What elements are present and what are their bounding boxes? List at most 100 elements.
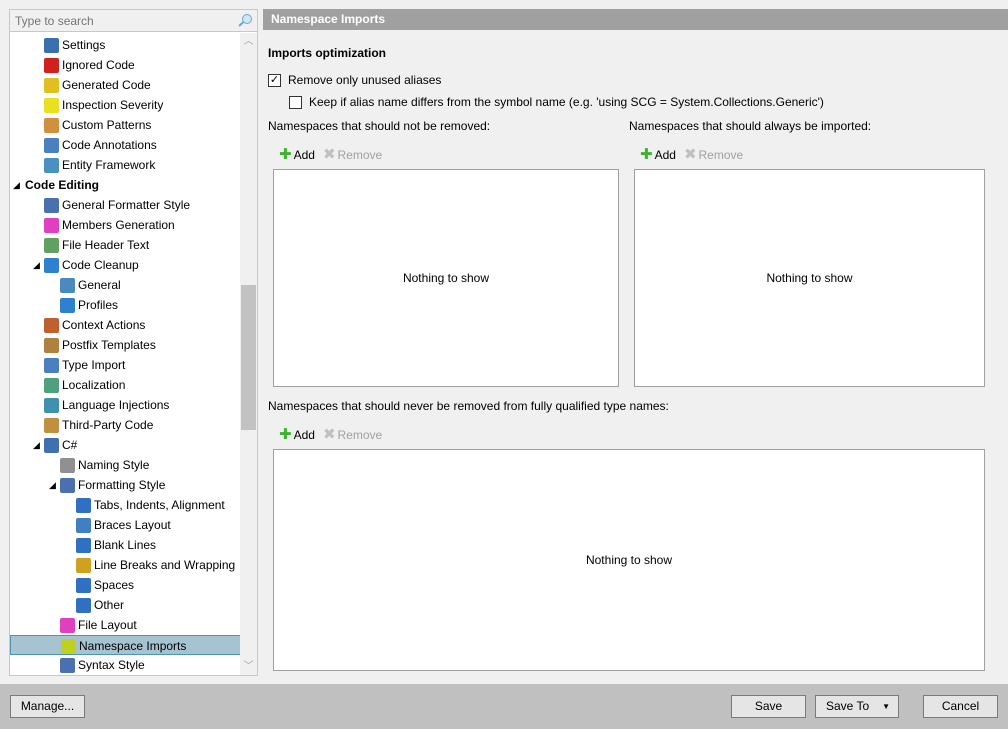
tree-item-icon bbox=[44, 258, 59, 273]
tree-item[interactable]: Generated Code bbox=[10, 75, 241, 95]
tree-item[interactable]: Settings bbox=[10, 35, 241, 55]
tree-item[interactable]: Members Generation bbox=[10, 215, 241, 235]
tree-item-icon bbox=[76, 538, 91, 553]
tree-item-label: Members Generation bbox=[62, 218, 175, 232]
tree-item-icon bbox=[44, 118, 59, 133]
tree-item-label: Blank Lines bbox=[94, 538, 157, 552]
tree-item-label: Profiles bbox=[78, 298, 119, 312]
remove-unused-checkbox[interactable]: ✓ Remove only unused aliases bbox=[268, 73, 668, 89]
tree-item-icon bbox=[60, 278, 75, 293]
tree-item[interactable]: Naming Style bbox=[10, 455, 241, 475]
tree-item-label: C# bbox=[62, 438, 78, 452]
tree-scrollbar[interactable]: ︿ ﹀ bbox=[240, 33, 257, 675]
tree-item-label: General Formatter Style bbox=[62, 198, 191, 212]
tree-item[interactable]: Blank Lines bbox=[10, 535, 241, 555]
tree-item-icon bbox=[60, 478, 75, 493]
list3-box[interactable]: Nothing to show bbox=[273, 449, 985, 671]
tree-item[interactable]: General Formatter Style bbox=[10, 195, 241, 215]
search-box[interactable] bbox=[9, 9, 258, 32]
tree-item[interactable]: Spaces bbox=[10, 575, 241, 595]
add-button[interactable]: ✚ Add bbox=[279, 426, 315, 443]
list1-toolbar: ✚ Add ✖ Remove bbox=[279, 146, 382, 164]
tree-item[interactable]: Syntax Style bbox=[10, 655, 241, 675]
tree-item-label: Namespace Imports bbox=[79, 639, 187, 653]
scroll-down-icon[interactable]: ﹀ bbox=[240, 658, 257, 675]
tree-item-label: General bbox=[78, 278, 121, 292]
checkbox-box[interactable] bbox=[289, 96, 302, 109]
save-to-button[interactable]: Save To ▼ bbox=[815, 695, 899, 718]
tree-item[interactable]: Language Injections bbox=[10, 395, 241, 415]
tree-item-label: Syntax Style bbox=[78, 658, 145, 672]
tree-item-label: Ignored Code bbox=[62, 58, 135, 72]
tree-item[interactable]: ◢ Code Editing bbox=[10, 175, 241, 195]
tree-item-icon bbox=[44, 158, 59, 173]
empty-message: Nothing to show bbox=[585, 553, 673, 567]
tree-item[interactable]: General bbox=[10, 275, 241, 295]
checkbox-label: Remove only unused aliases bbox=[288, 73, 442, 87]
tree-item-label: Entity Framework bbox=[62, 158, 156, 172]
tree-item-icon bbox=[44, 418, 59, 433]
tree-item[interactable]: Custom Patterns bbox=[10, 115, 241, 135]
list1-box[interactable]: Nothing to show bbox=[273, 169, 619, 387]
expand-arrow-icon[interactable]: ◢ bbox=[49, 475, 56, 495]
tree-item-icon bbox=[76, 518, 91, 533]
tree-item[interactable]: File Layout bbox=[10, 615, 241, 635]
search-input[interactable] bbox=[10, 10, 230, 31]
tree-item[interactable]: Third-Party Code bbox=[10, 415, 241, 435]
remove-icon: ✖ bbox=[322, 426, 336, 443]
cancel-button[interactable]: Cancel bbox=[923, 695, 998, 718]
tree-item[interactable]: Tabs, Indents, Alignment bbox=[10, 495, 241, 515]
list3-toolbar: ✚ Add ✖ Remove bbox=[279, 426, 382, 444]
tree-item[interactable]: Ignored Code bbox=[10, 55, 241, 75]
tree-item[interactable]: File Header Text bbox=[10, 235, 241, 255]
remove-button[interactable]: ✖ Remove bbox=[315, 426, 382, 443]
tree-item[interactable]: Braces Layout bbox=[10, 515, 241, 535]
plus-icon: ✚ bbox=[279, 146, 292, 163]
tree-item[interactable]: Code Annotations bbox=[10, 135, 241, 155]
list1-label: Namespaces that should not be removed: bbox=[268, 119, 491, 133]
list2-box[interactable]: Nothing to show bbox=[634, 169, 985, 387]
tree-item[interactable]: Type Import bbox=[10, 355, 241, 375]
keep-alias-checkbox[interactable]: Keep if alias name differs from the symb… bbox=[289, 95, 989, 111]
manage-button[interactable]: Manage... bbox=[10, 695, 85, 718]
tree-item[interactable]: Context Actions bbox=[10, 315, 241, 335]
tree-item-icon bbox=[76, 558, 91, 573]
tree-item-icon bbox=[44, 38, 59, 53]
tree-item[interactable]: ◢ Code Cleanup bbox=[10, 255, 241, 275]
checkbox-label: Keep if alias name differs from the symb… bbox=[309, 95, 824, 109]
remove-button[interactable]: ✖ Remove bbox=[315, 146, 382, 163]
search-icon bbox=[238, 14, 252, 27]
tree-item[interactable]: Localization bbox=[10, 375, 241, 395]
tree-item[interactable]: Profiles bbox=[10, 295, 241, 315]
tree-item[interactable]: Entity Framework bbox=[10, 155, 241, 175]
expand-arrow-icon[interactable]: ◢ bbox=[13, 175, 20, 195]
checkbox-box[interactable]: ✓ bbox=[268, 74, 281, 87]
tree-item-label: Localization bbox=[62, 378, 126, 392]
tree-item[interactable]: Inspection Severity bbox=[10, 95, 241, 115]
tree-item-label: Settings bbox=[62, 38, 106, 52]
remove-button[interactable]: ✖ Remove bbox=[676, 146, 743, 163]
tree-item[interactable]: Line Breaks and Wrapping bbox=[10, 555, 241, 575]
scrollbar-thumb[interactable] bbox=[241, 285, 256, 430]
add-button[interactable]: ✚ Add bbox=[640, 146, 676, 163]
tree-item[interactable]: Namespace Imports bbox=[10, 635, 241, 655]
tree-item-icon bbox=[44, 58, 59, 73]
tree-item[interactable]: Postfix Templates bbox=[10, 335, 241, 355]
add-button[interactable]: ✚ Add bbox=[279, 146, 315, 163]
expand-arrow-icon[interactable]: ◢ bbox=[33, 255, 40, 275]
tree-item-label: Formatting Style bbox=[78, 478, 166, 492]
expand-arrow-icon[interactable]: ◢ bbox=[33, 435, 40, 455]
tree-item[interactable]: ◢ Formatting Style bbox=[10, 475, 241, 495]
tree-item-label: Inspection Severity bbox=[62, 98, 164, 112]
tree-item[interactable]: Other bbox=[10, 595, 241, 615]
tree-item-label: Other bbox=[94, 598, 125, 612]
tree-item-label: Custom Patterns bbox=[62, 118, 152, 132]
save-button[interactable]: Save bbox=[731, 695, 806, 718]
tree-item-icon bbox=[44, 358, 59, 373]
scroll-up-icon[interactable]: ︿ bbox=[240, 33, 257, 50]
tree-item-label: Third-Party Code bbox=[62, 418, 154, 432]
tree-item-label: Postfix Templates bbox=[62, 338, 156, 352]
tree-item-label: Spaces bbox=[94, 578, 135, 592]
remove-icon: ✖ bbox=[322, 146, 336, 163]
tree-item[interactable]: ◢ C# bbox=[10, 435, 241, 455]
